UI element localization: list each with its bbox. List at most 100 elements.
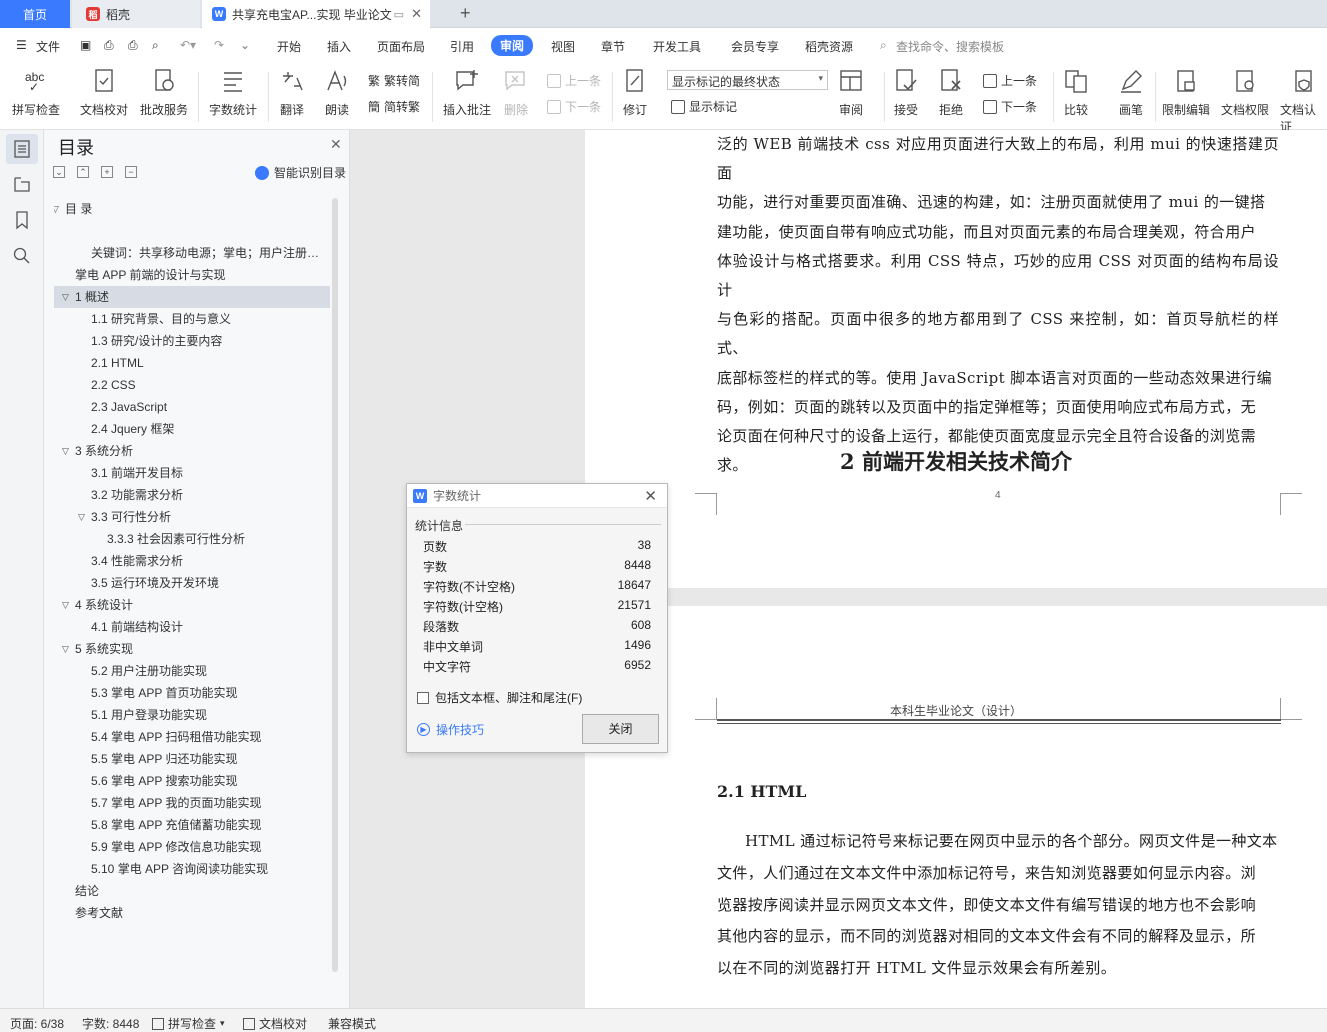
toc-item[interactable]: 1.3 研究/设计的主要内容 <box>54 330 330 352</box>
add-heading-icon[interactable]: + <box>101 166 113 178</box>
search-icon[interactable] <box>12 246 32 266</box>
bookmark-icon[interactable] <box>12 210 32 230</box>
new-tab-icon[interactable]: + <box>460 3 471 24</box>
monitor-icon[interactable]: ▭ <box>394 8 404 21</box>
quick-access-chevron-icon[interactable]: ⌄ <box>240 38 250 52</box>
toc-item[interactable]: ▽ 4 系统设计 <box>54 594 330 616</box>
close-icon[interactable]: ✕ <box>330 136 342 153</box>
navigation-icon[interactable] <box>12 174 32 194</box>
menu-insert[interactable]: 插入 <box>327 38 351 55</box>
hamburger-icon[interactable]: ☰ <box>16 38 27 52</box>
compare-button[interactable]: 比较 <box>1063 68 1089 118</box>
tab-daoke[interactable]: 稻 稻壳 <box>72 0 200 28</box>
batch-service-button[interactable]: 批改服务 <box>140 68 188 118</box>
spell-check-status[interactable]: 拼写检查 ▾ <box>152 1015 225 1032</box>
toc-icon[interactable] <box>12 139 32 159</box>
chevron-down-icon[interactable]: ▽ <box>62 594 69 616</box>
tab-home[interactable]: 首页 <box>0 0 70 28</box>
toc-item[interactable]: 2.4 Jquery 框架 <box>54 418 330 440</box>
menu-daoke-resources[interactable]: 稻壳资源 <box>805 38 853 55</box>
smart-toc-button[interactable]: 智能识别目录 <box>255 164 346 181</box>
toc-item[interactable]: 3.4 性能需求分析 <box>54 550 330 572</box>
markup-status-select[interactable]: 显示标记的最终状态 ▾ <box>667 70 828 90</box>
toc-item[interactable]: 结论 <box>54 880 330 902</box>
toc-item[interactable]: 3.1 前端开发目标 <box>54 462 330 484</box>
command-search[interactable]: 查找命令、搜索模板 <box>896 38 1004 55</box>
next-comment-button[interactable]: 下一条 <box>547 98 601 115</box>
translate-button[interactable]: 翻译 <box>279 68 305 118</box>
dialog-titlebar[interactable]: W 字数统计 ✕ <box>407 484 667 508</box>
chevron-down-icon[interactable]: ▽ <box>54 198 59 220</box>
remove-heading-icon[interactable]: − <box>125 166 137 178</box>
page-indicator[interactable]: 页面: 6/38 <box>10 1015 64 1032</box>
menu-review[interactable]: 审阅 <box>491 35 534 56</box>
redo-icon[interactable]: ↷ <box>214 38 224 52</box>
toc-item[interactable]: ▽ 5 系统实现 <box>54 638 330 660</box>
toc-item[interactable]: 1.1 研究背景、目的与意义 <box>54 308 330 330</box>
collapse-all-icon[interactable]: ⌄ <box>53 166 65 178</box>
doc-proof-status[interactable]: 文档校对 <box>243 1015 307 1032</box>
chevron-down-icon[interactable]: ▽ <box>62 440 69 462</box>
prev-comment-button[interactable]: 上一条 <box>547 72 601 89</box>
include-textbox-checkbox[interactable]: 包括文本框、脚注和尾注(F) <box>417 689 582 706</box>
review-pane-button[interactable]: 审阅 <box>838 68 864 118</box>
toc-item[interactable]: 4.1 前端结构设计 <box>54 616 330 638</box>
expand-level-icon[interactable]: ⌃ <box>77 166 89 178</box>
toc-item[interactable]: 5.4 掌电 APP 扫码租借功能实现 <box>54 726 330 748</box>
toc-item[interactable]: 2.3 JavaScript <box>54 396 330 418</box>
menu-member[interactable]: 会员专享 <box>731 38 779 55</box>
chevron-down-icon[interactable]: ▽ <box>62 286 69 308</box>
tips-link[interactable]: ▶ 操作技巧 <box>417 721 484 738</box>
toc-item[interactable]: ▽ 3.3 可行性分析 <box>54 506 330 528</box>
chevron-down-icon[interactable]: ▽ <box>78 506 85 528</box>
toc-item[interactable]: 2.1 HTML <box>54 352 330 374</box>
reject-button[interactable]: 拒绝 <box>938 68 964 118</box>
checkbox-box[interactable] <box>417 691 429 704</box>
revise-button[interactable]: 修订 <box>622 68 648 118</box>
word-count-indicator[interactable]: 字数: 8448 <box>82 1015 139 1032</box>
menu-chapter[interactable]: 章节 <box>601 38 625 55</box>
toc-item[interactable]: ▽ 1 概述 <box>54 286 330 308</box>
toc-item[interactable]: 5.3 掌电 APP 首页功能实现 <box>54 682 330 704</box>
pen-button[interactable]: 画笔 <box>1118 68 1144 118</box>
toc-item[interactable]: 5.10 掌电 APP 咨询阅读功能实现 <box>54 858 330 880</box>
delete-comment-button[interactable]: 删除 <box>503 68 529 118</box>
toc-item[interactable]: 5.5 掌电 APP 归还功能实现 <box>54 748 330 770</box>
print-icon[interactable]: ⎙ <box>128 38 138 53</box>
toc-item[interactable] <box>54 220 330 242</box>
menu-devtools[interactable]: 开发工具 <box>653 38 701 55</box>
toc-item[interactable]: 关键词：共享移动电源；掌电；用户注册… <box>54 242 330 264</box>
toc-item[interactable]: 5.8 掌电 APP 充值储蓄功能实现 <box>54 814 330 836</box>
toc-item[interactable]: 5.1 用户登录功能实现 <box>54 704 330 726</box>
prev-change-button[interactable]: 上一条 <box>983 72 1037 89</box>
accept-button[interactable]: 接受 <box>893 68 919 118</box>
toc-item[interactable]: 掌电 APP 前端的设计与实现 <box>54 264 330 286</box>
preview-icon[interactable]: ⌕ <box>152 38 159 53</box>
toc-item[interactable]: 5.9 掌电 APP 修改信息功能实现 <box>54 836 330 858</box>
word-count-button[interactable]: 字数统计 <box>209 68 257 118</box>
document-page[interactable]: 泛的 WEB 前端技术 css 对应用页面进行大致上的布局，利用 mui 的快速… <box>585 130 1327 588</box>
tab-document[interactable]: W 共享充电宝AP...实现 毕业论文 ▭ ✕ <box>202 0 430 28</box>
search-icon[interactable]: ⌕ <box>880 38 887 53</box>
toc-item[interactable]: ▽ 目 录 <box>54 198 330 220</box>
toc-item[interactable]: 5.6 掌电 APP 搜索功能实现 <box>54 770 330 792</box>
toc-item[interactable]: 3.5 运行环境及开发环境 <box>54 572 330 594</box>
toc-item[interactable]: ▽ 3 系统分析 <box>54 440 330 462</box>
read-aloud-button[interactable]: 朗读 <box>324 68 350 118</box>
save-icon[interactable]: ▣ <box>80 38 91 52</box>
toc-item[interactable]: 5.2 用户注册功能实现 <box>54 660 330 682</box>
spell-check-button[interactable]: abc ✓ 拼写检查 <box>12 68 60 118</box>
toc-item[interactable]: 5.7 掌电 APP 我的页面功能实现 <box>54 792 330 814</box>
tab-close-icon[interactable]: ✕ <box>411 6 422 22</box>
menu-view[interactable]: 视图 <box>551 38 575 55</box>
close-button[interactable]: 关闭 <box>582 714 659 744</box>
document-page[interactable]: 本科生毕业论文（设计） 2.1 HTML HTML 通过标记符号来标记要在网页中… <box>585 606 1327 1008</box>
trad-to-simp-button[interactable]: 繁繁转简 <box>368 72 420 89</box>
doc-proof-button[interactable]: 文档校对 <box>80 68 128 118</box>
doc-certify-button[interactable]: 文档认证 <box>1280 68 1327 135</box>
toc-item[interactable]: 3.2 功能需求分析 <box>54 484 330 506</box>
restrict-edit-button[interactable]: 限制编辑 <box>1162 68 1210 118</box>
close-icon[interactable]: ✕ <box>644 487 657 505</box>
export-icon[interactable]: ⎙ <box>104 38 114 53</box>
chevron-down-icon[interactable]: ▽ <box>62 638 69 660</box>
